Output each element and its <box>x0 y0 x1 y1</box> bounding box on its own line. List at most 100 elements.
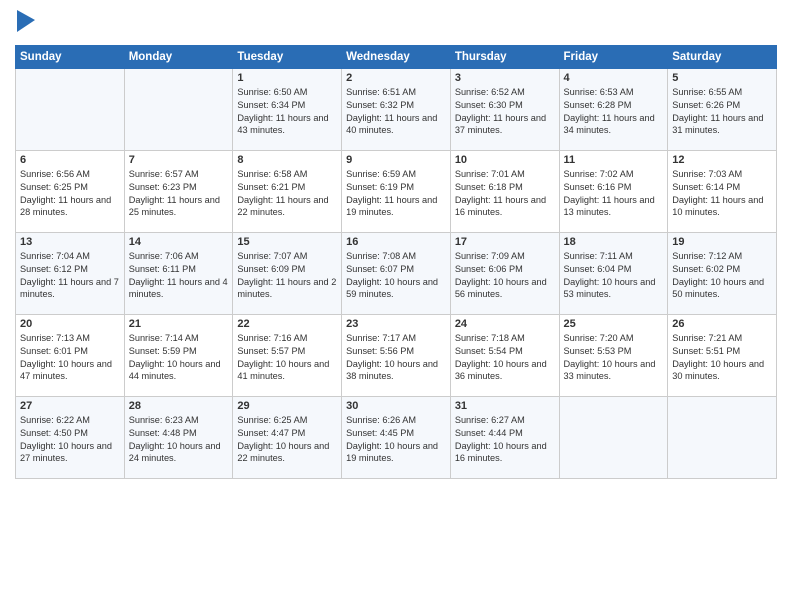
calendar-cell: 21Sunrise: 7:14 AM Sunset: 5:59 PM Dayli… <box>124 314 233 396</box>
day-number: 26 <box>672 318 772 330</box>
day-info: Sunrise: 7:21 AM Sunset: 5:51 PM Dayligh… <box>672 332 772 384</box>
day-number: 13 <box>20 236 120 248</box>
day-number: 15 <box>237 236 337 248</box>
calendar-cell: 11 Sunrise: 7:02 AM Sunset: 6:16 PM Dayli… <box>559 150 668 232</box>
calendar-week-row: 20 Sunrise: 7:13 AM Sunset: 6:01 PM Dayli… <box>16 314 777 396</box>
day-info: Sunrise: 7:03 AM Sunset: 6:14 PM Dayligh… <box>672 168 772 220</box>
calendar-cell <box>16 68 125 150</box>
day-number: 10 <box>455 154 555 166</box>
day-info: Sunrise: 6:56 AM Sunset: 6:25 PM Dayligh… <box>20 168 120 220</box>
day-number: 22 <box>237 318 337 330</box>
calendar-week-row: 1 Sunrise: 6:50 AM Sunset: 6:34 PM Daylig… <box>16 68 777 150</box>
day-number: 19 <box>672 236 772 248</box>
day-info: Sunrise: 6:22 AM Sunset: 4:50 PM Dayligh… <box>20 414 120 466</box>
day-info: Sunrise: 7:11 AM Sunset: 6:04 PM Dayligh… <box>564 250 664 302</box>
calendar-cell: 15Sunrise: 7:07 AM Sunset: 6:09 PM Dayli… <box>233 232 342 314</box>
day-info: Sunrise: 6:50 AM Sunset: 6:34 PM Dayligh… <box>237 86 337 138</box>
calendar-cell: 27 Sunrise: 6:22 AM Sunset: 4:50 PM Dayli… <box>16 396 125 478</box>
calendar-cell: 28 Sunrise: 6:23 AM Sunset: 4:48 PM Dayli… <box>124 396 233 478</box>
day-info: Sunrise: 6:25 AM Sunset: 4:47 PM Dayligh… <box>237 414 337 466</box>
day-number: 25 <box>564 318 664 330</box>
weekday-header-thursday: Thursday <box>450 45 559 68</box>
day-info: Sunrise: 7:02 AM Sunset: 6:16 PM Dayligh… <box>564 168 664 220</box>
day-number: 20 <box>20 318 120 330</box>
day-info: Sunrise: 7:18 AM Sunset: 5:54 PM Dayligh… <box>455 332 555 384</box>
day-number: 11 <box>564 154 664 166</box>
logo-triangle-icon <box>17 10 35 32</box>
day-info: Sunrise: 6:27 AM Sunset: 4:44 PM Dayligh… <box>455 414 555 466</box>
calendar-cell: 26 Sunrise: 7:21 AM Sunset: 5:51 PM Dayli… <box>668 314 777 396</box>
weekday-header-wednesday: Wednesday <box>342 45 451 68</box>
day-number: 16 <box>346 236 446 248</box>
day-info: Sunrise: 7:20 AM Sunset: 5:53 PM Dayligh… <box>564 332 664 384</box>
day-info: Sunrise: 7:04 AM Sunset: 6:12 PM Dayligh… <box>20 250 120 302</box>
day-info: Sunrise: 6:23 AM Sunset: 4:48 PM Dayligh… <box>129 414 229 466</box>
day-number: 28 <box>129 400 229 412</box>
weekday-header-monday: Monday <box>124 45 233 68</box>
day-info: Sunrise: 7:17 AM Sunset: 5:56 PM Dayligh… <box>346 332 446 384</box>
day-number: 4 <box>564 72 664 84</box>
day-number: 5 <box>672 72 772 84</box>
calendar-week-row: 13 Sunrise: 7:04 AM Sunset: 6:12 PM Dayli… <box>16 232 777 314</box>
day-number: 18 <box>564 236 664 248</box>
day-number: 1 <box>237 72 337 84</box>
calendar-cell: 30Sunrise: 6:26 AM Sunset: 4:45 PM Dayli… <box>342 396 451 478</box>
calendar-cell: 23 Sunrise: 7:17 AM Sunset: 5:56 PM Dayli… <box>342 314 451 396</box>
calendar-cell: 7Sunrise: 6:57 AM Sunset: 6:23 PM Daylig… <box>124 150 233 232</box>
day-info: Sunrise: 7:09 AM Sunset: 6:06 PM Dayligh… <box>455 250 555 302</box>
weekday-header-friday: Friday <box>559 45 668 68</box>
day-number: 24 <box>455 318 555 330</box>
calendar-cell <box>124 68 233 150</box>
day-number: 9 <box>346 154 446 166</box>
day-number: 14 <box>129 236 229 248</box>
calendar-week-row: 6 Sunrise: 6:56 AM Sunset: 6:25 PM Daylig… <box>16 150 777 232</box>
day-info: Sunrise: 7:08 AM Sunset: 6:07 PM Dayligh… <box>346 250 446 302</box>
calendar-cell: 9 Sunrise: 6:59 AM Sunset: 6:19 PM Daylig… <box>342 150 451 232</box>
weekday-header-saturday: Saturday <box>668 45 777 68</box>
weekday-header-tuesday: Tuesday <box>233 45 342 68</box>
calendar-cell <box>668 396 777 478</box>
day-number: 8 <box>237 154 337 166</box>
day-number: 31 <box>455 400 555 412</box>
calendar-table: SundayMondayTuesdayWednesdayThursdayFrid… <box>15 45 777 479</box>
calendar-cell: 3Sunrise: 6:52 AM Sunset: 6:30 PM Daylig… <box>450 68 559 150</box>
calendar-cell: 29 Sunrise: 6:25 AM Sunset: 4:47 PM Dayli… <box>233 396 342 478</box>
day-number: 3 <box>455 72 555 84</box>
calendar-cell: 22Sunrise: 7:16 AM Sunset: 5:57 PM Dayli… <box>233 314 342 396</box>
calendar-cell: 20 Sunrise: 7:13 AM Sunset: 6:01 PM Dayli… <box>16 314 125 396</box>
day-number: 2 <box>346 72 446 84</box>
calendar-cell: 1 Sunrise: 6:50 AM Sunset: 6:34 PM Daylig… <box>233 68 342 150</box>
day-number: 23 <box>346 318 446 330</box>
day-number: 17 <box>455 236 555 248</box>
day-info: Sunrise: 7:14 AM Sunset: 5:59 PM Dayligh… <box>129 332 229 384</box>
day-info: Sunrise: 7:06 AM Sunset: 6:11 PM Dayligh… <box>129 250 229 302</box>
logo-text <box>15 10 35 37</box>
main-container: SundayMondayTuesdayWednesdayThursdayFrid… <box>0 0 792 489</box>
day-info: Sunrise: 7:13 AM Sunset: 6:01 PM Dayligh… <box>20 332 120 384</box>
calendar-cell: 17 Sunrise: 7:09 AM Sunset: 6:06 PM Dayli… <box>450 232 559 314</box>
day-number: 12 <box>672 154 772 166</box>
day-number: 29 <box>237 400 337 412</box>
day-info: Sunrise: 6:26 AM Sunset: 4:45 PM Dayligh… <box>346 414 446 466</box>
calendar-cell: 2Sunrise: 6:51 AM Sunset: 6:32 PM Daylig… <box>342 68 451 150</box>
calendar-cell: 6 Sunrise: 6:56 AM Sunset: 6:25 PM Daylig… <box>16 150 125 232</box>
calendar-cell: 19 Sunrise: 7:12 AM Sunset: 6:02 PM Dayli… <box>668 232 777 314</box>
calendar-cell: 13 Sunrise: 7:04 AM Sunset: 6:12 PM Dayli… <box>16 232 125 314</box>
calendar-cell: 16 Sunrise: 7:08 AM Sunset: 6:07 PM Dayli… <box>342 232 451 314</box>
day-info: Sunrise: 6:59 AM Sunset: 6:19 PM Dayligh… <box>346 168 446 220</box>
weekday-header-sunday: Sunday <box>16 45 125 68</box>
day-info: Sunrise: 7:01 AM Sunset: 6:18 PM Dayligh… <box>455 168 555 220</box>
day-info: Sunrise: 6:57 AM Sunset: 6:23 PM Dayligh… <box>129 168 229 220</box>
day-info: Sunrise: 6:58 AM Sunset: 6:21 PM Dayligh… <box>237 168 337 220</box>
calendar-cell: 5Sunrise: 6:55 AM Sunset: 6:26 PM Daylig… <box>668 68 777 150</box>
logo <box>15 10 35 37</box>
weekday-header-row: SundayMondayTuesdayWednesdayThursdayFrid… <box>16 45 777 68</box>
calendar-cell: 18 Sunrise: 7:11 AM Sunset: 6:04 PM Dayli… <box>559 232 668 314</box>
header <box>15 10 777 37</box>
calendar-cell: 12 Sunrise: 7:03 AM Sunset: 6:14 PM Dayli… <box>668 150 777 232</box>
calendar-cell: 31 Sunrise: 6:27 AM Sunset: 4:44 PM Dayli… <box>450 396 559 478</box>
day-number: 6 <box>20 154 120 166</box>
day-info: Sunrise: 7:12 AM Sunset: 6:02 PM Dayligh… <box>672 250 772 302</box>
day-info: Sunrise: 6:53 AM Sunset: 6:28 PM Dayligh… <box>564 86 664 138</box>
day-number: 27 <box>20 400 120 412</box>
